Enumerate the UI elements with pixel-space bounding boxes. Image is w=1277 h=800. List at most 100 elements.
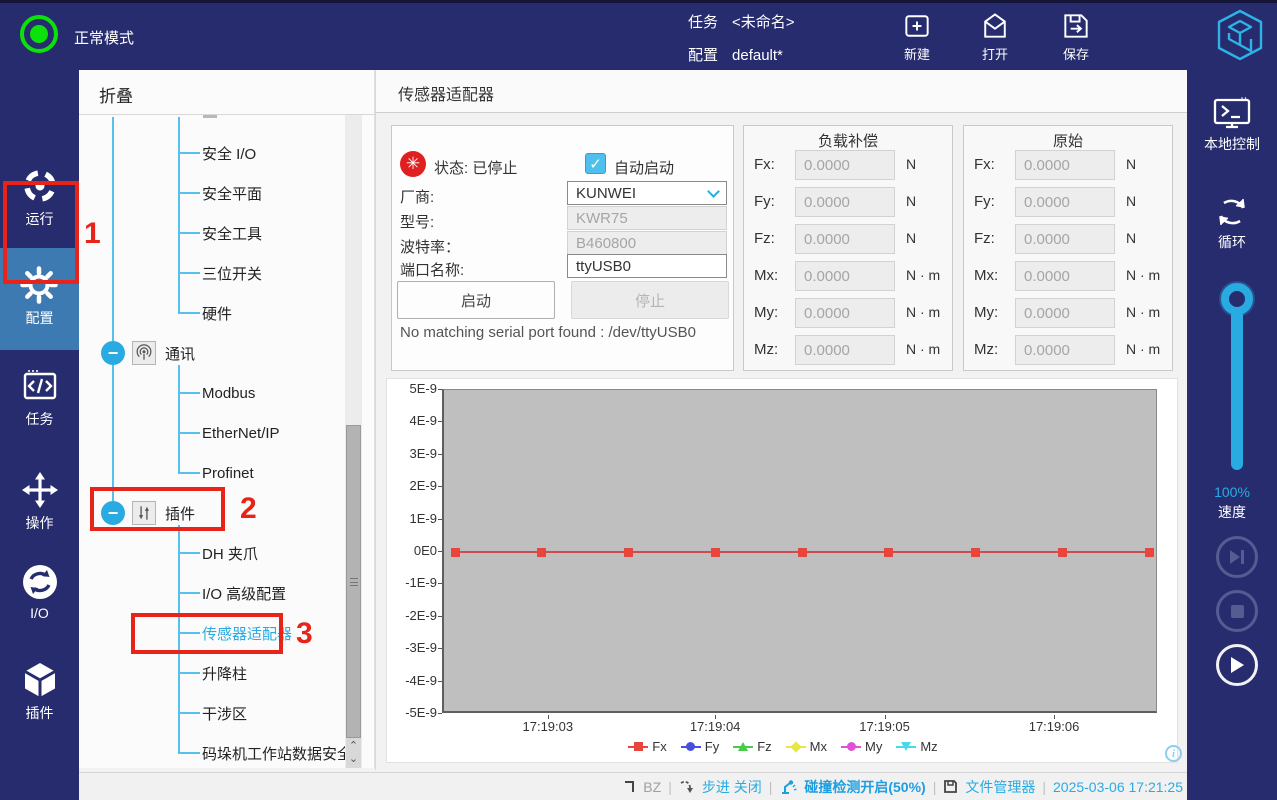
force-value-row: Fz:0.0000N <box>964 224 1174 254</box>
data-marker-Fx <box>884 548 893 557</box>
force-value-row: Mx:0.0000N · m <box>744 261 954 291</box>
config-line: 配置default* <box>688 44 783 65</box>
open-file-icon <box>979 10 1011 42</box>
force-value-field: 0.0000 <box>795 335 895 365</box>
play-button[interactable] <box>1216 644 1258 686</box>
speed-label: 速度 <box>1187 502 1277 522</box>
tree-item[interactable]: EtherNet/IP <box>79 413 359 453</box>
chart-legend: FxFyFzMxMyMz <box>387 739 1179 754</box>
stop-icon <box>1230 604 1245 619</box>
y-axis-tick-label: 1E-9 <box>389 511 437 526</box>
task-label: 任务 <box>688 14 718 31</box>
new-file-icon <box>901 10 933 42</box>
y-axis-tick-label: -3E-9 <box>389 640 437 655</box>
tree-item[interactable]: Profinet <box>79 453 359 493</box>
force-value-field: 0.0000 <box>795 298 895 328</box>
data-marker-Fx <box>971 548 980 557</box>
collapse-minus-icon[interactable]: − <box>101 341 125 365</box>
tree-collapse-header[interactable]: 折叠 <box>99 82 133 107</box>
nav-item-config[interactable]: 配置 <box>0 248 79 350</box>
tree-item[interactable]: 升降柱 <box>79 653 359 693</box>
force-value-row: Fy:0.0000N <box>744 187 954 217</box>
speed-slider-track[interactable] <box>1231 313 1243 470</box>
nav-item-io[interactable]: I/O <box>0 562 79 621</box>
task-value: <未命名> <box>732 14 795 31</box>
legend-item-Mz: Mz <box>896 739 937 754</box>
legend-item-Fz: Fz <box>733 739 771 754</box>
force-value-field: 0.0000 <box>795 150 895 180</box>
vendor-select[interactable]: KUNWEI <box>567 181 727 205</box>
speed-slider-handle[interactable] <box>1221 283 1253 315</box>
force-value-row: Mx:0.0000N · m <box>964 261 1174 291</box>
tree-scrollbar-thumb[interactable] <box>346 425 361 738</box>
tree-item[interactable]: 码垛机工作站数据安全 <box>79 733 359 768</box>
force-value-field: 0.0000 <box>795 224 895 254</box>
annotation-number-2: 2 <box>240 492 257 526</box>
left-nav-sidebar: 运行 配置 任务 <box>0 70 79 800</box>
info-icon[interactable]: i <box>1165 745 1182 762</box>
tree-item-label: 安全工具 <box>202 223 262 244</box>
mode-label: 正常模式 <box>74 27 134 48</box>
start-button[interactable]: 启动 <box>397 281 555 319</box>
loop-button[interactable]: 循环 <box>1187 194 1277 252</box>
file-manager-link[interactable]: 文件管理器 <box>965 777 1035 797</box>
legend-item-Fy: Fy <box>681 739 719 754</box>
tree-item[interactable]: I/O 高级配置 <box>79 573 359 613</box>
stop-button: 停止 <box>571 281 729 319</box>
tree-item[interactable]: Modbus <box>79 373 359 413</box>
tree-item[interactable]: DH 夹爪 <box>79 533 359 573</box>
stop-playback-button <box>1216 590 1258 632</box>
nav-item-task[interactable]: 任务 <box>0 366 79 429</box>
save-button[interactable]: 保存 <box>1044 10 1108 63</box>
port-label: 端口名称: <box>400 259 464 280</box>
circle-marker-icon <box>847 742 856 751</box>
tree-item[interactable]: 传感器适配器 <box>79 613 359 653</box>
port-input[interactable]: ttyUSB0 <box>567 254 727 278</box>
tree-item[interactable]: − 通讯 <box>79 333 359 373</box>
sliders-icon <box>132 501 156 525</box>
tree-item-label: 通讯 <box>165 343 195 364</box>
tree-item-label: 码垛机工作站数据安全 <box>202 743 352 764</box>
new-button[interactable]: 新建 <box>885 10 949 63</box>
loop-arrows-icon <box>1211 194 1253 230</box>
tree-item-label: Profinet <box>202 465 254 482</box>
circle-marker-icon <box>686 742 695 751</box>
tree-scroll-buttons[interactable]: ⌃⌄ <box>346 738 361 768</box>
nav-item-plugin[interactable]: 插件 <box>0 660 79 723</box>
tree-item-label: I/O 高级配置 <box>202 583 286 604</box>
autostart-checkbox[interactable]: ✓ <box>585 153 606 174</box>
tree-item[interactable]: 三位开关 <box>79 253 359 293</box>
tree-item[interactable]: 安全工具 <box>79 213 359 253</box>
tree-item[interactable]: 硬件 <box>79 293 359 333</box>
force-value-row: Mz:0.0000N · m <box>744 335 954 365</box>
collision-detection-status[interactable]: 碰撞检测开启(50%) <box>804 777 925 797</box>
step-mode-status[interactable]: 步进 关闭 <box>702 777 762 797</box>
triangle-down-marker-icon <box>901 742 911 751</box>
force-value-field: 0.0000 <box>795 261 895 291</box>
force-value-field: 0.0000 <box>1015 150 1115 180</box>
collapse-minus-icon[interactable]: − <box>101 501 125 525</box>
nav-item-operate[interactable]: 操作 <box>0 470 79 533</box>
annotation-number-3: 3 <box>296 617 313 651</box>
data-marker-Fx <box>711 548 720 557</box>
open-button[interactable]: 打开 <box>963 10 1027 63</box>
data-marker-Fx <box>1145 548 1154 557</box>
nav-item-run[interactable]: 运行 <box>0 166 79 229</box>
top-bar: 正常模式 任务 <未命名> 配置default* 新建 打开 保存 <box>0 0 1277 70</box>
collision-detection-icon <box>779 779 797 795</box>
tree-item[interactable]: 安全 I/O <box>79 133 359 173</box>
force-value-field: 0.0000 <box>1015 298 1115 328</box>
force-value-field: 0.0000 <box>1015 224 1115 254</box>
tree-item[interactable]: 干涉区 <box>79 693 359 733</box>
plugin-cube-icon <box>20 660 60 700</box>
data-marker-Fx <box>624 548 633 557</box>
force-value-row: Fy:0.0000N <box>964 187 1174 217</box>
tree-item[interactable]: 安全平面 <box>79 173 359 213</box>
force-value-row: Fz:0.0000N <box>744 224 954 254</box>
robot-control-app: 正常模式 任务 <未命名> 配置default* 新建 打开 保存 <box>0 0 1277 800</box>
tree-item[interactable]: −插件 <box>79 493 359 533</box>
right-control-sidebar: 本地控制 循环 100% 速度 <box>1187 70 1277 800</box>
local-control-button[interactable]: 本地控制 <box>1187 96 1277 154</box>
task-line: 任务 <未命名> <box>688 11 795 32</box>
legend-item-Fx: Fx <box>628 739 666 754</box>
